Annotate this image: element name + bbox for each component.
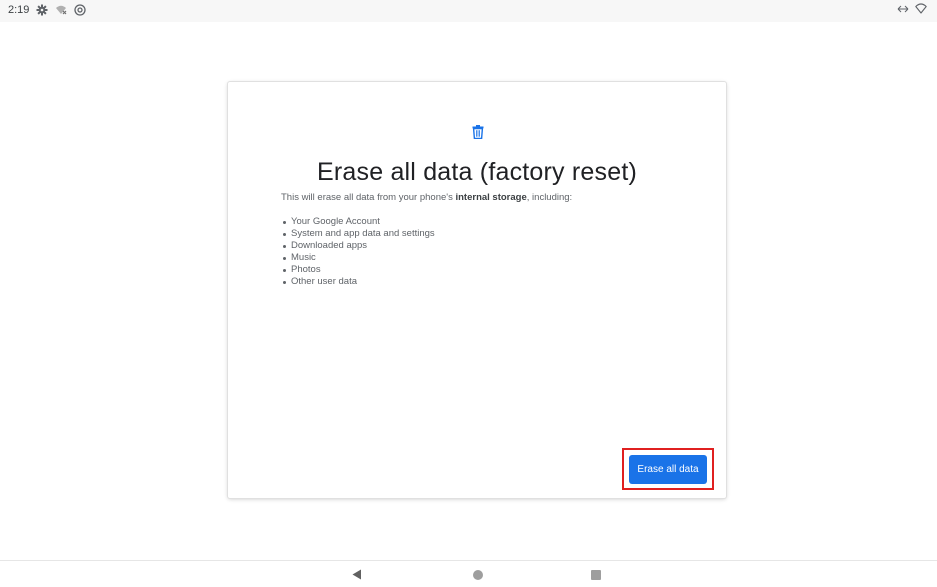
list-item: Downloaded apps: [281, 240, 435, 252]
list-item-label: Music: [291, 252, 316, 263]
status-bar: 2:19: [0, 0, 937, 22]
erase-all-data-button[interactable]: Erase all data: [629, 455, 707, 484]
status-right: [897, 3, 927, 14]
status-left: 2:19: [8, 4, 87, 16]
bullet: [283, 232, 286, 236]
list-item-label: Other user data: [291, 276, 358, 287]
list-item: System and app data and settings: [281, 228, 435, 240]
navigation-bar: [0, 560, 937, 587]
intro-bold: internal storage: [455, 192, 527, 203]
bullet: [283, 256, 286, 260]
bullet: [283, 220, 286, 224]
wifi-off-icon: [56, 5, 67, 15]
at-sign-icon: [74, 4, 87, 16]
list-item: Photos: [281, 264, 435, 276]
erase-items-list: Your Google Account System and app data …: [281, 216, 435, 288]
list-item: Other user data: [281, 276, 435, 288]
list-item: Music: [281, 252, 435, 264]
intro-prefix: This will erase all data from your phone…: [281, 192, 456, 203]
list-item-label: Photos: [291, 264, 321, 275]
gear-icon: [36, 4, 48, 16]
status-time: 2:19: [8, 4, 30, 16]
intro-suffix: , including:: [526, 192, 573, 203]
list-item-label: Downloaded apps: [291, 240, 368, 251]
page-title: Erase all data (factory reset): [316, 158, 637, 186]
data-transfer-icon: [897, 5, 909, 12]
intro-text: This will erase all data from your phone…: [281, 192, 572, 203]
trash-icon: [472, 125, 484, 139]
recents-icon[interactable]: [591, 570, 601, 580]
factory-reset-card: Erase all data (factory reset) This will…: [228, 82, 726, 498]
back-icon[interactable]: [352, 569, 362, 580]
wifi-icon: [915, 3, 927, 14]
bullet: [283, 280, 286, 284]
list-item-label: System and app data and settings: [291, 228, 435, 239]
list-item-label: Your Google Account: [291, 216, 380, 227]
list-item: Your Google Account: [281, 216, 435, 228]
home-icon[interactable]: [473, 570, 483, 580]
bullet: [283, 244, 286, 248]
bullet: [283, 268, 286, 272]
